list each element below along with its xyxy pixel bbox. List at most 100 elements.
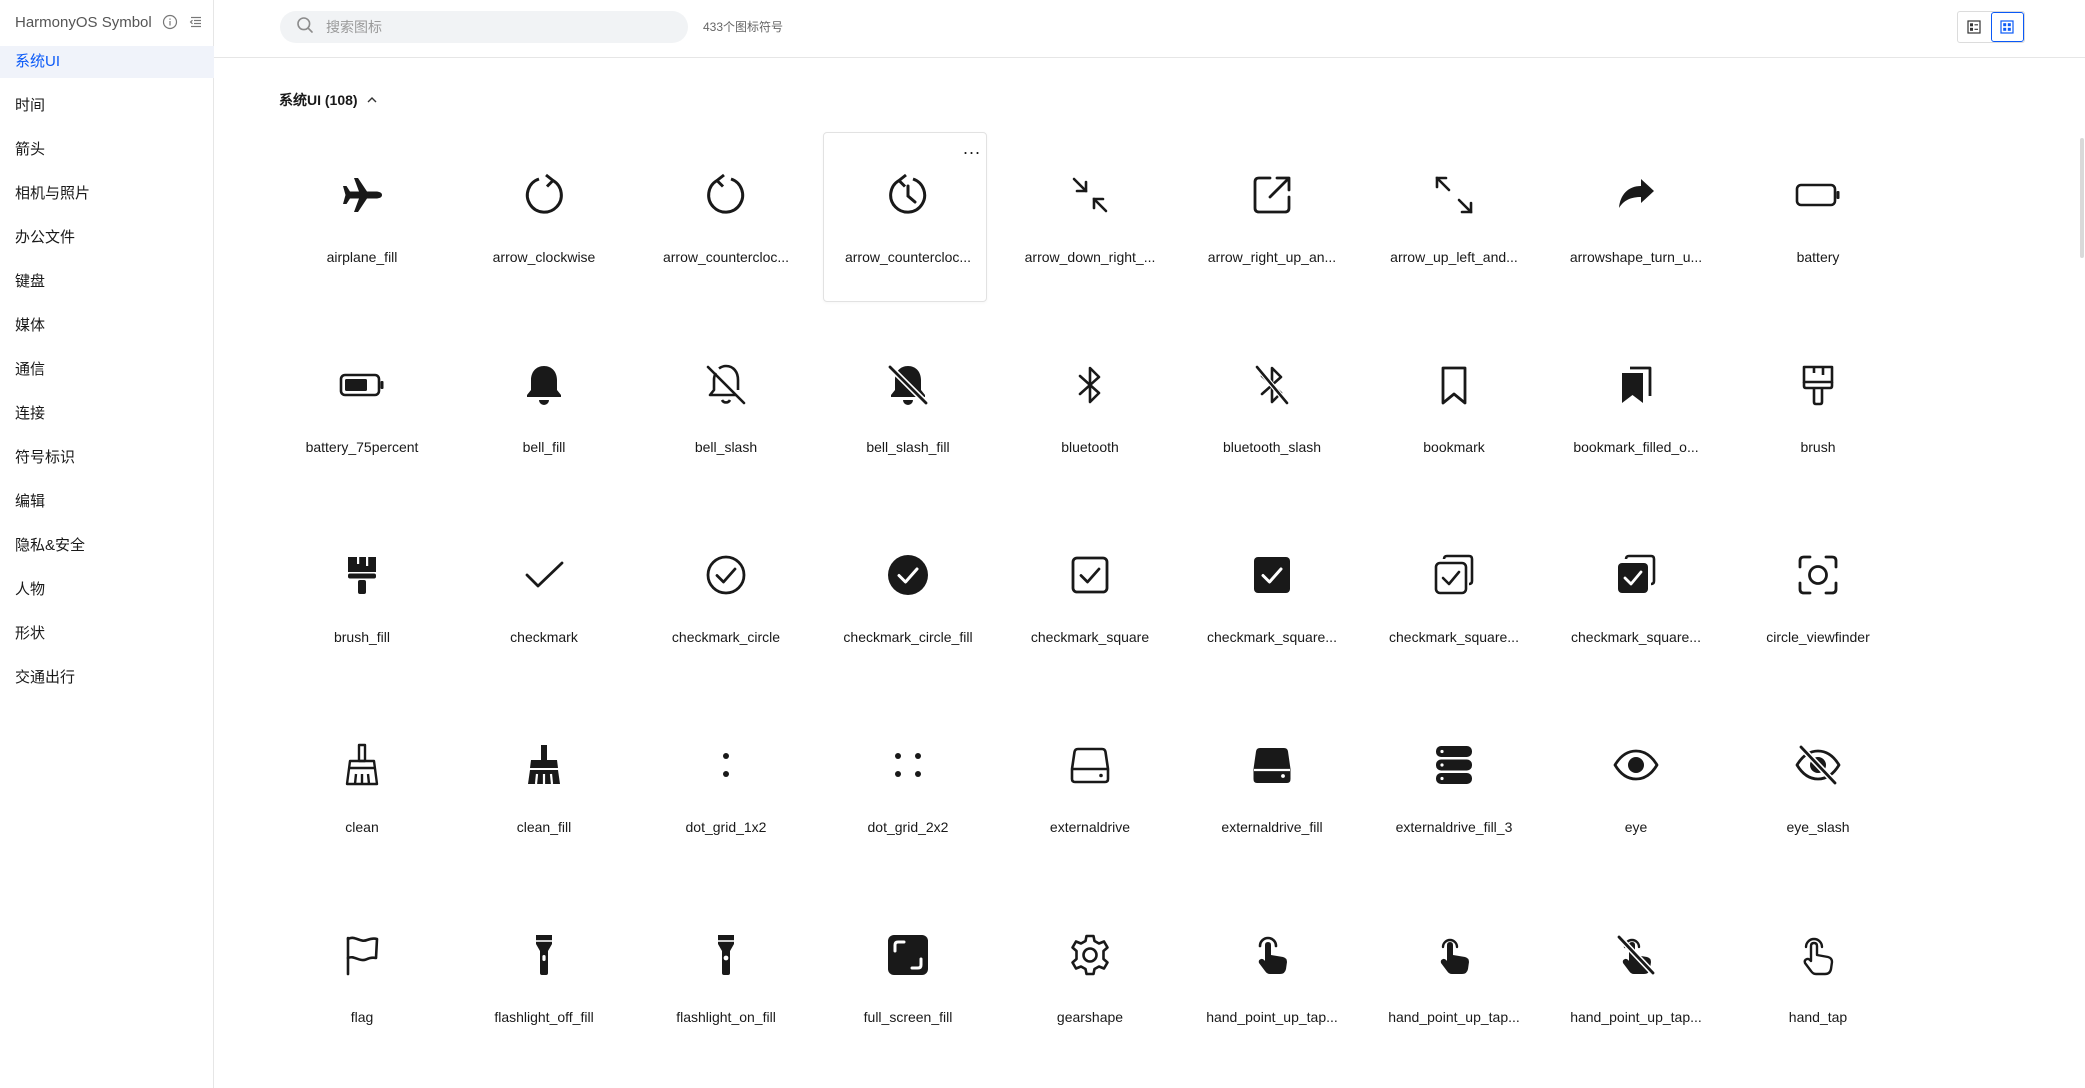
icon-card-bell-fill[interactable]: bell_fill (453, 322, 635, 512)
icon-card-checkmark-square-stack-fill[interactable]: checkmark_square... (1545, 512, 1727, 702)
list-view-button[interactable] (1958, 12, 1991, 42)
gear-icon (1066, 931, 1114, 979)
arrow-right-up-square-icon (1248, 171, 1296, 219)
icon-card-dot-grid-2x2[interactable]: dot_grid_2x2 (817, 702, 999, 892)
icon-grid: airplane_fill arrow_clockwise arrow_coun… (271, 132, 1909, 1082)
icon-card-arrowshape-turn-up[interactable]: arrowshape_turn_u... (1545, 132, 1727, 322)
icon-card-bluetooth[interactable]: bluetooth (999, 322, 1181, 512)
icon-card-arrow-up-left[interactable]: arrow_up_left_and... (1363, 132, 1545, 322)
checkmark-square-stack-icon (1430, 551, 1478, 599)
icon-card-battery-75percent[interactable]: battery_75percent (271, 322, 453, 512)
icon-card-bookmark-filled[interactable]: bookmark_filled_o... (1545, 322, 1727, 512)
list-view-icon (1967, 20, 1982, 34)
sidebar-item-people[interactable]: 人物 (0, 574, 214, 606)
sidebar-item-editing[interactable]: 编辑 (0, 486, 214, 518)
sidebar-item-keyboard[interactable]: 键盘 (0, 266, 214, 298)
chevron-up-icon[interactable] (366, 94, 378, 106)
sidebar-item-arrows[interactable]: 箭头 (0, 134, 214, 166)
icon-card-arrow-counterclockwise[interactable]: arrow_countercloc... (635, 132, 817, 322)
sidebar-item-media[interactable]: 媒体 (0, 310, 214, 342)
brush-fill-icon (338, 551, 386, 599)
icon-card-arrow-counterclockwise-clock[interactable]: ... arrow_countercloc... (817, 132, 999, 322)
bell-slash-fill-icon (884, 361, 932, 409)
bell-icon (520, 361, 568, 409)
icon-card-battery[interactable]: battery (1727, 132, 1909, 322)
arrowshape-turn-up-right-icon (1612, 171, 1660, 219)
icon-card-flag[interactable]: flag (271, 892, 453, 1082)
external-drive-fill-icon (1248, 741, 1296, 789)
bookmark-icon (1430, 361, 1478, 409)
view-toggle (1957, 11, 2025, 43)
scrollbar-thumb[interactable] (2080, 138, 2084, 258)
collapse-sidebar-icon[interactable] (188, 14, 204, 30)
icon-card-full-screen-fill[interactable]: full_screen_fill (817, 892, 999, 1082)
brand: HarmonyOS Symbol (15, 10, 204, 34)
checkmark-circle-fill-icon (884, 551, 932, 599)
sidebar-item-transport[interactable]: 交通出行 (0, 662, 214, 694)
icon-card-hand-point-up-tap-1[interactable]: hand_point_up_tap... (1181, 892, 1363, 1082)
scrollbar[interactable] (2079, 58, 2085, 1088)
sidebar: HarmonyOS Symbol 系统UI 时间 箭头 相机与照片 办公文件 键… (0, 0, 214, 1088)
top-bar: 433个图标符号 (214, 0, 2085, 58)
icon-card-eye[interactable]: eye (1545, 702, 1727, 892)
sidebar-item-communication[interactable]: 通信 (0, 354, 214, 386)
icon-card-externaldrive-fill[interactable]: externaldrive_fill (1181, 702, 1363, 892)
icon-card-clean[interactable]: clean (271, 702, 453, 892)
search-box[interactable] (280, 11, 688, 43)
icon-card-externaldrive[interactable]: externaldrive (999, 702, 1181, 892)
clean-broom-fill-icon (520, 741, 568, 789)
icon-card-airplane-fill[interactable]: airplane_fill (271, 132, 453, 322)
grid-view-button[interactable] (1990, 12, 2024, 42)
sidebar-item-privacy-security[interactable]: 隐私&安全 (0, 530, 214, 562)
icon-card-checkmark-square[interactable]: checkmark_square (999, 512, 1181, 702)
icon-card-flashlight-off-fill[interactable]: flashlight_off_fill (453, 892, 635, 1082)
sidebar-item-connection[interactable]: 连接 (0, 398, 214, 430)
icon-card-hand-point-up-tap-2[interactable]: hand_point_up_tap... (1363, 892, 1545, 1082)
arrow-counterclockwise-icon (702, 171, 750, 219)
icon-card-checkmark-circle[interactable]: checkmark_circle (635, 512, 817, 702)
sidebar-item-system-ui[interactable]: 系统UI (0, 46, 214, 78)
icon-card-bell-slash-fill[interactable]: bell_slash_fill (817, 322, 999, 512)
section-header[interactable]: 系统UI (108) (279, 90, 378, 110)
icon-card-arrow-down-right[interactable]: arrow_down_right_... (999, 132, 1181, 322)
icon-card-clean-fill[interactable]: clean_fill (453, 702, 635, 892)
icon-card-arrow-clockwise[interactable]: arrow_clockwise (453, 132, 635, 322)
sidebar-item-office-files[interactable]: 办公文件 (0, 222, 214, 254)
icon-card-brush-fill[interactable]: brush_fill (271, 512, 453, 702)
icon-card-gearshape[interactable]: gearshape (999, 892, 1181, 1082)
icon-card-brush[interactable]: brush (1727, 322, 1909, 512)
info-icon[interactable] (162, 14, 178, 30)
icon-card-bluetooth-slash[interactable]: bluetooth_slash (1181, 322, 1363, 512)
icon-card-arrow-right-up[interactable]: arrow_right_up_an... (1181, 132, 1363, 322)
search-input[interactable] (324, 18, 668, 36)
icon-card-flashlight-on-fill[interactable]: flashlight_on_fill (635, 892, 817, 1082)
icon-card-checkmark-square-stack[interactable]: checkmark_square... (1363, 512, 1545, 702)
sidebar-item-shapes[interactable]: 形状 (0, 618, 214, 650)
icon-card-checkmark-circle-fill[interactable]: checkmark_circle_fill (817, 512, 999, 702)
sidebar-item-symbols[interactable]: 符号标识 (0, 442, 214, 474)
dot-grid-1x2-icon (702, 741, 750, 789)
icon-card-checkmark[interactable]: checkmark (453, 512, 635, 702)
sidebar-item-time[interactable]: 时间 (0, 90, 214, 122)
sidebar-nav: 系统UI 时间 箭头 相机与照片 办公文件 键盘 媒体 通信 连接 符号标识 编… (0, 46, 214, 706)
icon-card-bookmark[interactable]: bookmark (1363, 322, 1545, 512)
icon-card-hand-point-up-tap-3[interactable]: hand_point_up_tap... (1545, 892, 1727, 1082)
icon-card-circle-viewfinder[interactable]: circle_viewfinder (1727, 512, 1909, 702)
flashlight-on-icon (702, 931, 750, 979)
circle-viewfinder-icon (1794, 551, 1842, 599)
icon-card-dot-grid-1x2[interactable]: dot_grid_1x2 (635, 702, 817, 892)
icon-count: 433个图标符号 (703, 20, 784, 34)
icon-card-eye-slash[interactable]: eye_slash (1727, 702, 1909, 892)
more-options-button[interactable]: ... (963, 139, 981, 157)
hand-point-up-tap-slash-icon (1612, 931, 1660, 979)
sidebar-item-camera-photos[interactable]: 相机与照片 (0, 178, 214, 210)
flashlight-off-icon (520, 931, 568, 979)
hand-tap-icon (1794, 931, 1842, 979)
full-screen-fill-icon (884, 931, 932, 979)
icon-card-hand-tap[interactable]: hand_tap (1727, 892, 1909, 1082)
icon-card-bell-slash[interactable]: bell_slash (635, 322, 817, 512)
battery-75-icon (338, 361, 386, 409)
icon-card-externaldrive-fill-3[interactable]: externaldrive_fill_3 (1363, 702, 1545, 892)
icon-card-checkmark-square-fill[interactable]: checkmark_square... (1181, 512, 1363, 702)
dot-grid-2x2-icon (884, 741, 932, 789)
